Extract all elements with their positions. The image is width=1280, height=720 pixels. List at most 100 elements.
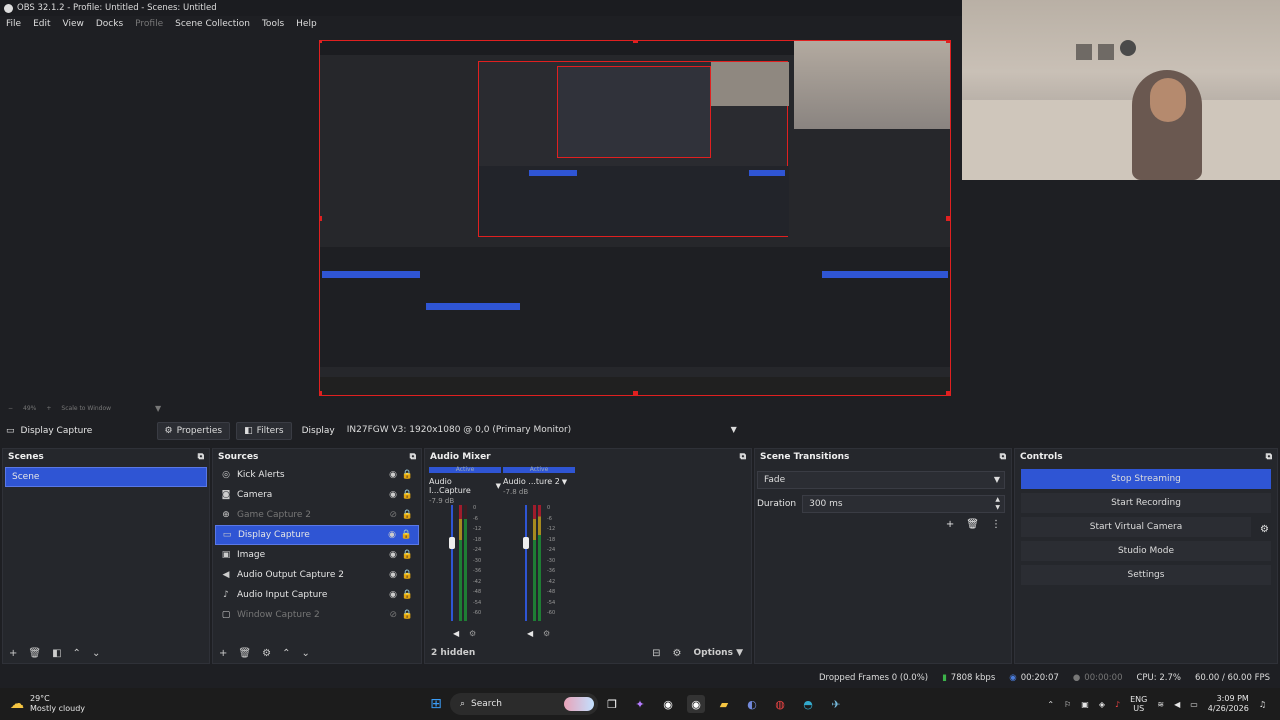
dock-float-icon[interactable]: ⧉ — [1266, 449, 1272, 465]
source-item-game-capture-2[interactable]: ⊕ Game Capture 2 ⊘ 🔒 — [215, 505, 419, 525]
channel-menu-icon[interactable]: ▼ — [562, 478, 567, 486]
add-transition-icon[interactable]: + — [946, 519, 954, 530]
transition-menu-icon[interactable]: ⋮ — [991, 519, 1001, 530]
minus-icon[interactable]: − — [8, 405, 13, 412]
eye-hidden-icon[interactable]: ⊘ — [389, 605, 397, 625]
vpn-icon[interactable]: ◈ — [1099, 700, 1105, 709]
copilot-icon[interactable]: ✦ — [631, 695, 649, 713]
volume-slider-handle[interactable] — [523, 537, 529, 549]
menu-docks[interactable]: Docks — [96, 16, 123, 32]
source-item-camera[interactable]: ◙ Camera ◉ 🔒 — [215, 485, 419, 505]
start-virtual-camera-button[interactable]: Start Virtual Camera — [1021, 517, 1251, 537]
volume-icon[interactable]: ◀ — [1174, 700, 1180, 709]
source-item-window-capture-2[interactable]: ▢ Window Capture 2 ⊘ 🔒 — [215, 605, 419, 625]
transition-select[interactable]: Fade ▼ — [757, 471, 1005, 489]
filters-button[interactable]: ◧ Filters — [236, 422, 292, 440]
eye-icon[interactable]: ◉ — [389, 585, 397, 605]
source-item-audio-input-capture[interactable]: ♪ Audio Input Capture ◉ 🔒 — [215, 585, 419, 605]
mixer-options-button[interactable]: Options ▼ — [694, 648, 744, 658]
wifi-icon[interactable]: ≋ — [1157, 700, 1164, 709]
dock-float-icon[interactable]: ⧉ — [740, 449, 746, 465]
move-down-icon[interactable]: ⌄ — [92, 648, 100, 659]
properties-button[interactable]: ⚙ Properties — [156, 422, 231, 440]
windows-start-icon[interactable]: ⊞ — [427, 695, 445, 713]
language-indicator[interactable]: ENG US — [1130, 695, 1147, 713]
task-view-icon[interactable]: ❐ — [603, 695, 621, 713]
volume-slider-handle[interactable] — [449, 537, 455, 549]
tray-app-icon[interactable]: ▣ — [1081, 700, 1089, 709]
start-recording-button[interactable]: Start Recording — [1021, 493, 1271, 513]
program-preview[interactable] — [319, 40, 951, 396]
mixer-layout-icon[interactable]: ⊟ — [652, 648, 660, 659]
menu-scene-collection[interactable]: Scene Collection — [175, 16, 250, 32]
dock-float-icon[interactable]: ⧉ — [410, 449, 416, 465]
move-up-icon[interactable]: ⌃ — [73, 648, 81, 659]
settings-button[interactable]: Settings — [1021, 565, 1271, 585]
advanced-audio-icon[interactable]: ⚙ — [673, 648, 682, 659]
lock-icon[interactable]: 🔒 — [402, 585, 413, 605]
menu-file[interactable]: File — [6, 16, 21, 32]
spin-arrows-icon[interactable]: ▲ ▼ — [995, 496, 1000, 512]
source-item-display-capture[interactable]: ▭ Display Capture ◉ 🔒 — [215, 525, 419, 545]
menu-help[interactable]: Help — [296, 16, 317, 32]
virtual-camera-gear-icon[interactable]: ⚙ — [1260, 524, 1269, 535]
scene-item[interactable]: Scene — [5, 467, 207, 487]
edge-icon[interactable]: ◓ — [799, 695, 817, 713]
source-settings-gear-icon[interactable]: ⚙ — [262, 648, 271, 659]
weather-widget[interactable]: ☁ 29°C Mostly cloudy — [0, 694, 200, 714]
speaker-icon[interactable]: ◀ — [453, 629, 459, 638]
source-item-audio-output-capture-2[interactable]: ◀ Audio Output Capture 2 ◉ 🔒 — [215, 565, 419, 585]
eye-icon[interactable]: ◉ — [389, 465, 397, 485]
menu-view[interactable]: View — [63, 16, 84, 32]
dock-float-icon[interactable]: ⧉ — [1000, 449, 1006, 465]
streaming-app-icon[interactable]: ✈ — [827, 695, 845, 713]
source-item-image[interactable]: ▣ Image ◉ 🔒 — [215, 545, 419, 565]
eye-icon[interactable]: ◉ — [389, 545, 397, 565]
lock-icon[interactable]: 🔒 — [402, 465, 413, 485]
volume-slider[interactable] — [525, 505, 527, 621]
scene-filter-icon[interactable]: ◧ — [52, 648, 61, 659]
add-scene-icon[interactable]: + — [9, 648, 17, 659]
move-down-icon[interactable]: ⌄ — [301, 648, 309, 659]
menu-tools[interactable]: Tools — [262, 16, 284, 32]
stop-streaming-button[interactable]: Stop Streaming — [1021, 469, 1271, 489]
notification-bell-icon[interactable]: ♫ — [1259, 700, 1266, 709]
chevron-up-icon[interactable]: ⌃ — [1047, 700, 1054, 709]
channel-settings-icon[interactable]: ⚙ — [469, 629, 476, 638]
lock-icon[interactable]: 🔒 — [402, 485, 413, 505]
display-select[interactable]: IN27FGW V3: 1920x1080 @ 0,0 (Primary Mon… — [340, 422, 741, 440]
plus-icon[interactable]: + — [46, 405, 51, 412]
eye-icon[interactable]: ◉ — [389, 485, 397, 505]
lock-icon[interactable]: 🔒 — [402, 565, 413, 585]
file-explorer-icon[interactable]: ▰ — [715, 695, 733, 713]
obs-app-icon[interactable]: ◉ — [659, 695, 677, 713]
add-source-icon[interactable]: + — [219, 648, 227, 659]
lock-icon[interactable]: 🔒 — [402, 505, 413, 525]
lock-icon[interactable]: 🔒 — [402, 545, 413, 565]
microphone-icon[interactable]: ♪ — [1115, 700, 1120, 709]
duration-spinbox[interactable]: 300 ms ▲ ▼ — [802, 495, 1005, 513]
remove-scene-icon[interactable]: 🗑 — [28, 648, 41, 659]
remove-transition-icon[interactable]: 🗑 — [966, 519, 979, 530]
channel-settings-icon[interactable]: ⚙ — [543, 629, 550, 638]
move-up-icon[interactable]: ⌃ — [282, 648, 290, 659]
channel-menu-icon[interactable]: ▼ — [496, 482, 501, 490]
volume-slider[interactable] — [451, 505, 453, 621]
remove-source-icon[interactable]: 🗑 — [238, 648, 251, 659]
eye-icon[interactable]: ◉ — [388, 525, 396, 545]
taskbar-search[interactable]: ⌕ Search — [450, 693, 598, 715]
eye-hidden-icon[interactable]: ⊘ — [389, 505, 397, 525]
discord-icon[interactable]: ◐ — [743, 695, 761, 713]
network-muted-icon[interactable]: ⚐ — [1064, 700, 1071, 709]
menu-edit[interactable]: Edit — [33, 16, 50, 32]
speaker-icon[interactable]: ◀ — [527, 629, 533, 638]
obs-active-icon[interactable]: ◉ — [687, 695, 705, 713]
scale-to-window-button[interactable]: Scale to Window — [61, 405, 111, 412]
chrome-icon[interactable]: ◍ — [771, 695, 789, 713]
zoom-dropdown-icon[interactable]: ▼ — [155, 404, 161, 413]
source-item-kick-alerts[interactable]: ◎ Kick Alerts ◉ 🔒 — [215, 465, 419, 485]
eye-icon[interactable]: ◉ — [389, 565, 397, 585]
battery-icon[interactable]: ▭ — [1190, 700, 1198, 709]
clock[interactable]: 3:09 PM 4/26/2026 — [1208, 694, 1249, 714]
dock-float-icon[interactable]: ⧉ — [198, 449, 204, 465]
